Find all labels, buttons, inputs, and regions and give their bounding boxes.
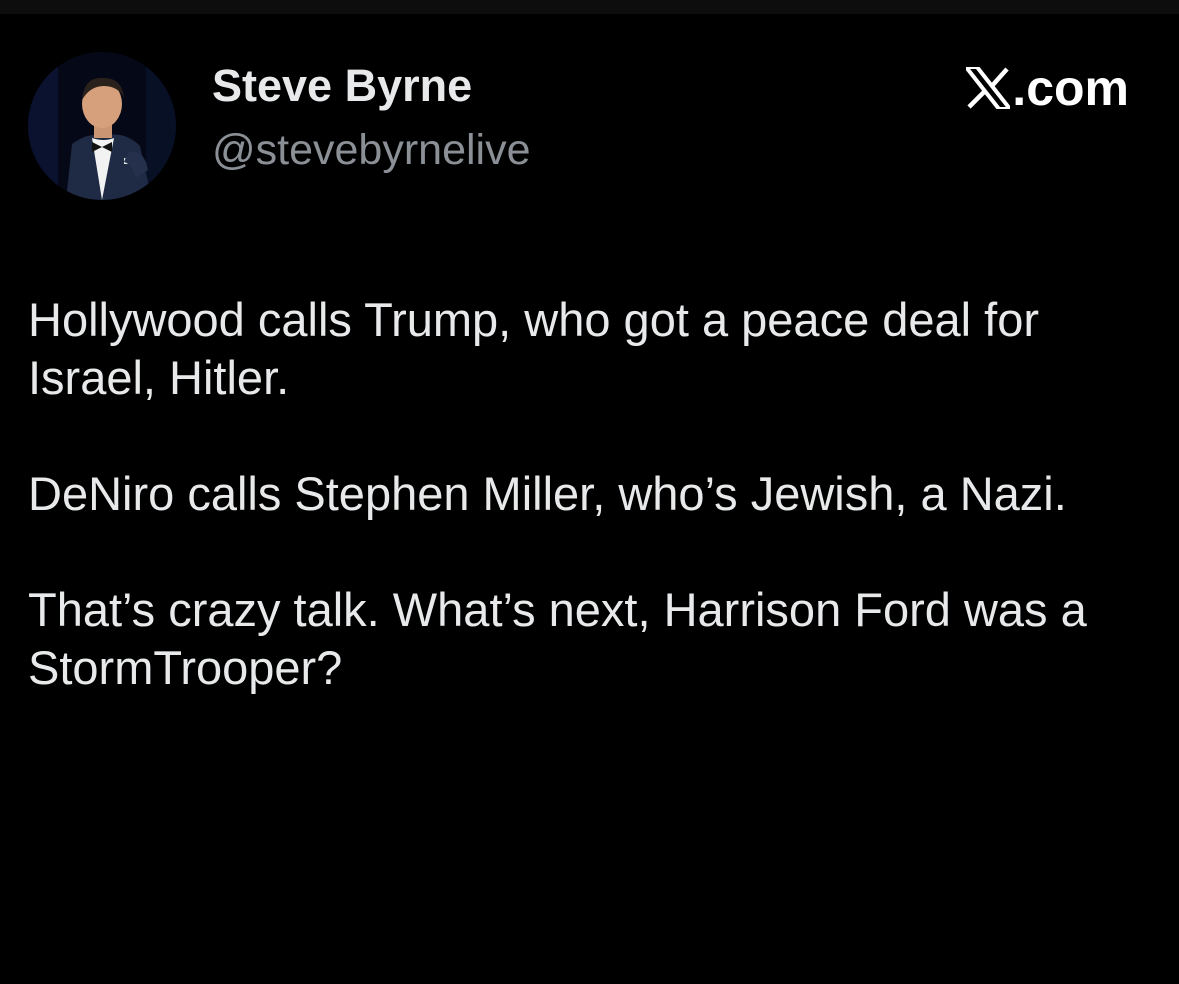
avatar[interactable]: [28, 52, 176, 200]
tweet-paragraph: Hollywood calls Trump, who got a peace d…: [28, 293, 1040, 404]
x-logo-icon: [966, 67, 1011, 109]
author-display-name[interactable]: Steve Byrne: [212, 60, 472, 112]
brand-domain-label: .com: [1012, 60, 1129, 116]
tweet-body: Hollywood calls Trump, who got a peace d…: [28, 291, 1163, 697]
profile-photo-icon: [28, 52, 176, 200]
top-strip: [0, 0, 1179, 14]
author-handle[interactable]: @stevebyrnelive: [212, 124, 531, 176]
tweet-paragraph: DeNiro calls Stephen Miller, who’s Jewis…: [28, 467, 1067, 520]
x-com-brand: .com: [966, 60, 1129, 116]
tweet-paragraph: That’s crazy talk. What’s next, Harrison…: [28, 583, 1087, 694]
